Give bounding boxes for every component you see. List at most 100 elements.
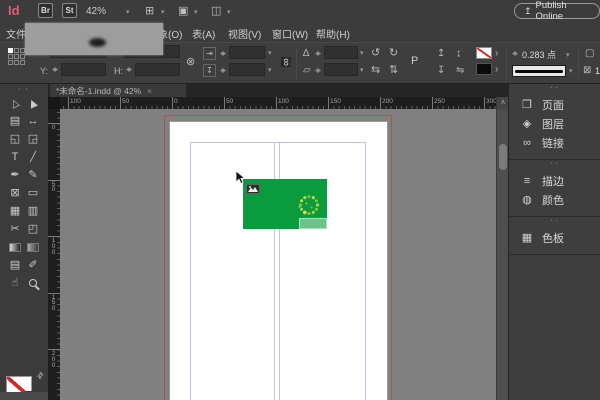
panel-tab-页面[interactable]: ❐页面	[509, 95, 600, 114]
arrange-documents-dropdown-icon[interactable]: ▾	[227, 8, 231, 16]
fill-swatch[interactable]	[476, 47, 492, 59]
reference-point-proxy[interactable]	[8, 48, 25, 65]
zoom-tool[interactable]	[24, 275, 42, 291]
page-tool[interactable]: ▤	[6, 113, 24, 129]
menu-item[interactable]: 视图(V)	[228, 26, 261, 41]
menu-item[interactable]: 表(A)	[192, 26, 215, 41]
zoom-dropdown-icon[interactable]: ▾	[126, 8, 130, 16]
arrange-documents-icon[interactable]: ◫	[211, 4, 221, 17]
h-stepper[interactable]	[126, 64, 133, 75]
rotation-field[interactable]	[324, 46, 358, 59]
panel-tab-颜色[interactable]: ◍颜色	[509, 190, 600, 209]
scale-y-field[interactable]	[229, 63, 265, 76]
vertical-ruler[interactable]: 05 01 0 01 5 02 0 0	[48, 109, 60, 400]
scale-x-icon: ⇥	[203, 47, 216, 60]
scrollbar-thumb[interactable]	[499, 144, 507, 170]
swap-fill-stroke-icon[interactable]: ⇄	[35, 370, 46, 381]
rotation-dropdown-icon[interactable]: ▾	[360, 49, 364, 57]
ruler-tick	[380, 97, 381, 109]
shear-field[interactable]	[324, 63, 358, 76]
view-options-icon[interactable]: ⊞	[145, 4, 154, 17]
stroke-swatch[interactable]	[476, 63, 492, 75]
scale-x-field[interactable]	[229, 46, 265, 59]
free-transform-tool[interactable]: ◰	[24, 221, 42, 237]
rectangle-tool[interactable]: ▭	[24, 185, 42, 201]
eyedropper-tool[interactable]: ✐	[24, 257, 42, 273]
flip-vertical-icon[interactable]: ⇅	[389, 65, 398, 75]
pen-tool[interactable]: ✒	[6, 167, 24, 183]
shear-dropdown-icon[interactable]: ▾	[360, 66, 364, 74]
content-placer-tool[interactable]: ◲	[24, 131, 42, 147]
document-tab[interactable]: *未命名-1.indd @ 42% ×	[50, 84, 186, 97]
corner-size-value[interactable]: 10	[595, 66, 600, 76]
line-tool[interactable]: ╱	[24, 149, 42, 165]
gradient-swatch-tool[interactable]	[6, 239, 24, 255]
selection-tool[interactable]: ▷	[6, 95, 24, 111]
rotate-ccw-icon[interactable]: ↺	[371, 48, 380, 58]
corner-size-icon[interactable]: ⊠	[583, 66, 591, 76]
tab-close-icon[interactable]: ×	[147, 86, 152, 96]
align-bottom-icon[interactable]: ↧	[437, 66, 445, 76]
screen-mode-dropdown-icon[interactable]: ▾	[194, 8, 198, 16]
select-previous-object[interactable]: P	[411, 56, 418, 66]
horizontal-grid-tool[interactable]: ▦	[6, 203, 24, 219]
direct-selection-tool[interactable]: ▶	[24, 95, 42, 111]
screen-mode-icon[interactable]: ▣	[178, 4, 188, 17]
type-tool[interactable]: T	[6, 149, 24, 165]
horizontal-ruler[interactable]: 10050050100150200250300	[60, 97, 496, 109]
document-canvas[interactable]	[60, 109, 496, 400]
panel-tab-图层[interactable]: ◈图层	[509, 114, 600, 133]
ruler-label: 150	[330, 98, 341, 105]
panel-tab-色板[interactable]: ▦色板	[509, 228, 600, 247]
stroke-weight-value[interactable]: 0.283 点	[522, 50, 556, 60]
y-stepper[interactable]	[52, 64, 59, 75]
shear-stepper[interactable]	[315, 65, 322, 76]
fill-arrow-icon[interactable]: ›	[495, 49, 498, 59]
hand-tool[interactable]: ☝	[6, 275, 24, 291]
flip-horizontal-icon[interactable]: ⇆	[371, 65, 380, 75]
publish-online-button[interactable]: ↥ Publish Online	[514, 3, 600, 19]
link-badge-icon[interactable]	[246, 184, 260, 194]
ruler-corner[interactable]	[48, 97, 60, 109]
zoom-level-value[interactable]: 42%	[86, 6, 106, 17]
note-tool[interactable]: ▤	[6, 257, 24, 273]
gap-tool[interactable]: ↔	[24, 113, 42, 129]
placed-image-frame[interactable]	[243, 179, 327, 229]
frame-tool[interactable]: ⊠	[6, 185, 24, 201]
corner-options-icon[interactable]: ▢	[585, 49, 594, 59]
content-collector-tool[interactable]: ◱	[6, 131, 24, 147]
ruler-tick	[484, 97, 485, 109]
panel-grip[interactable]: • •	[0, 87, 48, 93]
constrain-scale-icon[interactable]: ∞	[281, 57, 291, 67]
scissors-tool[interactable]: ✂	[6, 221, 24, 237]
stroke-weight-stepper[interactable]	[512, 48, 519, 59]
broken-link-icon[interactable]: ⊗	[186, 57, 195, 67]
panel-tab-描边[interactable]: ≡描边	[509, 171, 600, 190]
rotate-cw-icon[interactable]: ↻	[389, 48, 398, 58]
ruler-label: 2 0 0	[48, 351, 59, 368]
h-field[interactable]	[135, 63, 180, 76]
menu-item[interactable]: 帮助(H)	[316, 26, 350, 41]
rotation-stepper[interactable]	[315, 48, 322, 59]
stroke-weight-dropdown-icon[interactable]: ▾	[566, 51, 570, 59]
bridge-button[interactable]: Br	[38, 3, 53, 18]
view-options-dropdown-icon[interactable]: ▾	[161, 8, 165, 16]
stroke-arrow-icon[interactable]: ›	[495, 65, 498, 75]
distribute-horizontal-icon[interactable]: ⇋	[456, 66, 464, 76]
panel-tab-链接[interactable]: ∞链接	[509, 133, 600, 152]
scale-x-stepper[interactable]	[220, 48, 227, 59]
pencil-tool[interactable]: ✎	[24, 167, 42, 183]
stroke-style-dropdown-icon[interactable]: ▾	[569, 67, 573, 75]
scale-x-dropdown-icon[interactable]: ▾	[268, 49, 272, 57]
stroke-style-select[interactable]	[512, 65, 566, 77]
menu-item[interactable]: 窗口(W)	[272, 26, 308, 41]
scale-y-dropdown-icon[interactable]: ▾	[268, 66, 272, 74]
vertical-grid-tool[interactable]: ▥	[24, 203, 42, 219]
scale-y-stepper[interactable]	[220, 65, 227, 76]
stock-button[interactable]: St	[62, 3, 77, 18]
align-top-icon[interactable]: ↥	[437, 49, 445, 59]
y-field[interactable]	[61, 63, 106, 76]
gradient-feather-tool[interactable]	[24, 239, 42, 255]
distribute-vertical-icon[interactable]: ↨	[456, 49, 461, 59]
vertical-scrollbar[interactable]: ∧	[496, 97, 508, 400]
